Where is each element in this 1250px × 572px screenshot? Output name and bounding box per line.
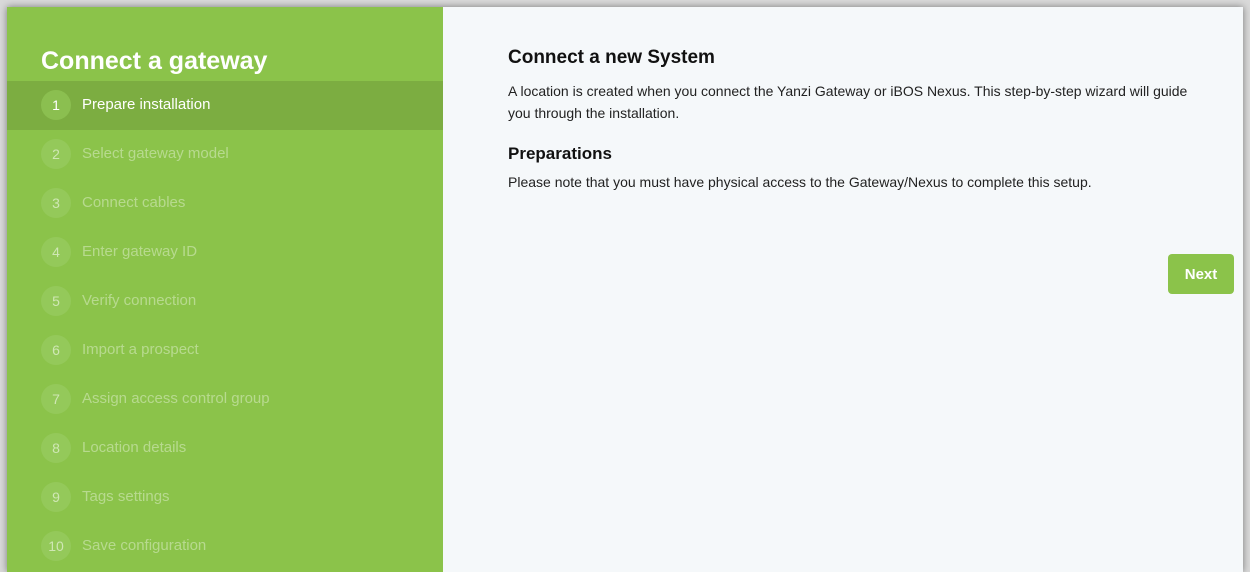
wizard-step-assign-access-control-group[interactable]: 7 Assign access control group bbox=[7, 375, 443, 424]
step-label: Location details bbox=[82, 439, 187, 456]
wizard-step-prepare-installation[interactable]: 1 Prepare installation bbox=[7, 81, 443, 130]
step-label: Enter gateway ID bbox=[82, 243, 198, 260]
next-button[interactable]: Next bbox=[1168, 254, 1234, 294]
wizard-step-import-prospect[interactable]: 6 Import a prospect bbox=[7, 326, 443, 375]
sidebar-title: Connect a gateway bbox=[41, 47, 268, 75]
wizard-steps-list: 1 Prepare installation 2 Select gateway … bbox=[7, 81, 443, 571]
step-label: Select gateway model bbox=[82, 145, 229, 162]
step-label: Connect cables bbox=[82, 194, 186, 211]
step-number-badge: 2 bbox=[41, 139, 71, 169]
wizard-sidebar: Connect a gateway 1 Prepare installation… bbox=[7, 7, 443, 572]
step-label: Import a prospect bbox=[82, 341, 199, 358]
step-label: Save configuration bbox=[82, 537, 207, 554]
step-label: Tags settings bbox=[82, 488, 170, 505]
step-number-badge: 10 bbox=[41, 531, 71, 561]
step-number-badge: 3 bbox=[41, 188, 71, 218]
wizard-step-location-details[interactable]: 8 Location details bbox=[7, 424, 443, 473]
step-label: Prepare installation bbox=[82, 96, 211, 113]
preparations-heading: Preparations bbox=[508, 144, 612, 163]
preparations-text: Please note that you must have physical … bbox=[508, 174, 1092, 190]
step-number-badge: 7 bbox=[41, 384, 71, 414]
wizard-step-verify-connection[interactable]: 5 Verify connection bbox=[7, 277, 443, 326]
page-title: Connect a new System bbox=[508, 47, 715, 68]
step-number-badge: 1 bbox=[41, 90, 71, 120]
step-label: Verify connection bbox=[82, 292, 197, 309]
step-number-badge: 9 bbox=[41, 482, 71, 512]
step-number-badge: 4 bbox=[41, 237, 71, 267]
intro-description: A location is created when you connect t… bbox=[508, 83, 1188, 121]
wizard-step-save-configuration[interactable]: 10 Save configuration bbox=[7, 522, 443, 571]
wizard-window: Connect a gateway 1 Prepare installation… bbox=[7, 7, 1243, 572]
step-number-badge: 6 bbox=[41, 335, 71, 365]
wizard-step-tags-settings[interactable]: 9 Tags settings bbox=[7, 473, 443, 522]
step-label: Assign access control group bbox=[82, 390, 270, 407]
wizard-step-select-gateway-model[interactable]: 2 Select gateway model bbox=[7, 130, 443, 179]
wizard-step-enter-gateway-id[interactable]: 4 Enter gateway ID bbox=[7, 228, 443, 277]
step-number-badge: 5 bbox=[41, 286, 71, 316]
wizard-step-connect-cables[interactable]: 3 Connect cables bbox=[7, 179, 443, 228]
step-number-badge: 8 bbox=[41, 433, 71, 463]
wizard-content: Connect a new System A location is creat… bbox=[443, 7, 1243, 572]
